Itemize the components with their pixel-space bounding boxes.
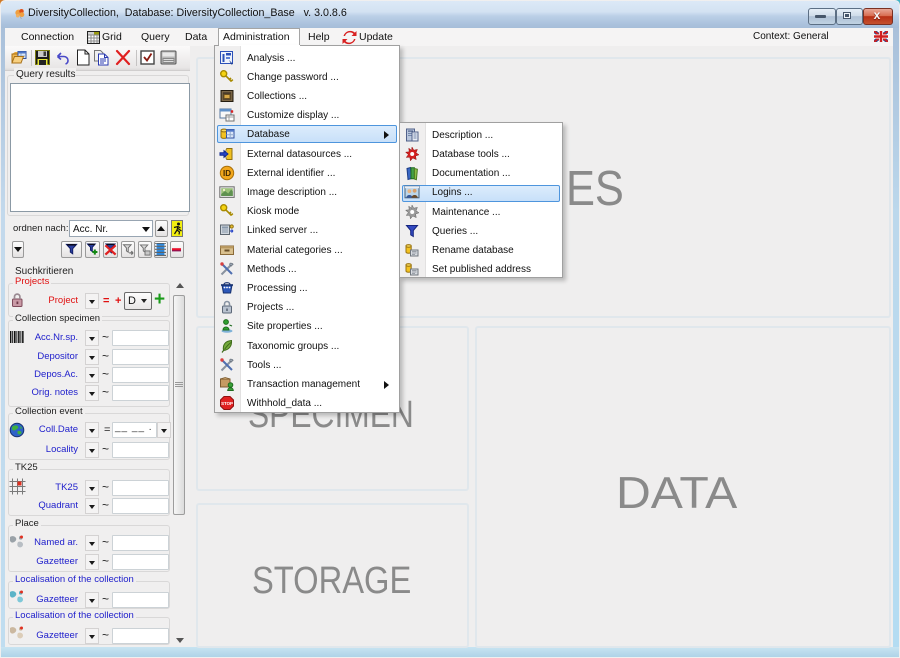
svg-text:ID: ID bbox=[223, 169, 231, 178]
svg-text:STOP: STOP bbox=[221, 401, 233, 406]
